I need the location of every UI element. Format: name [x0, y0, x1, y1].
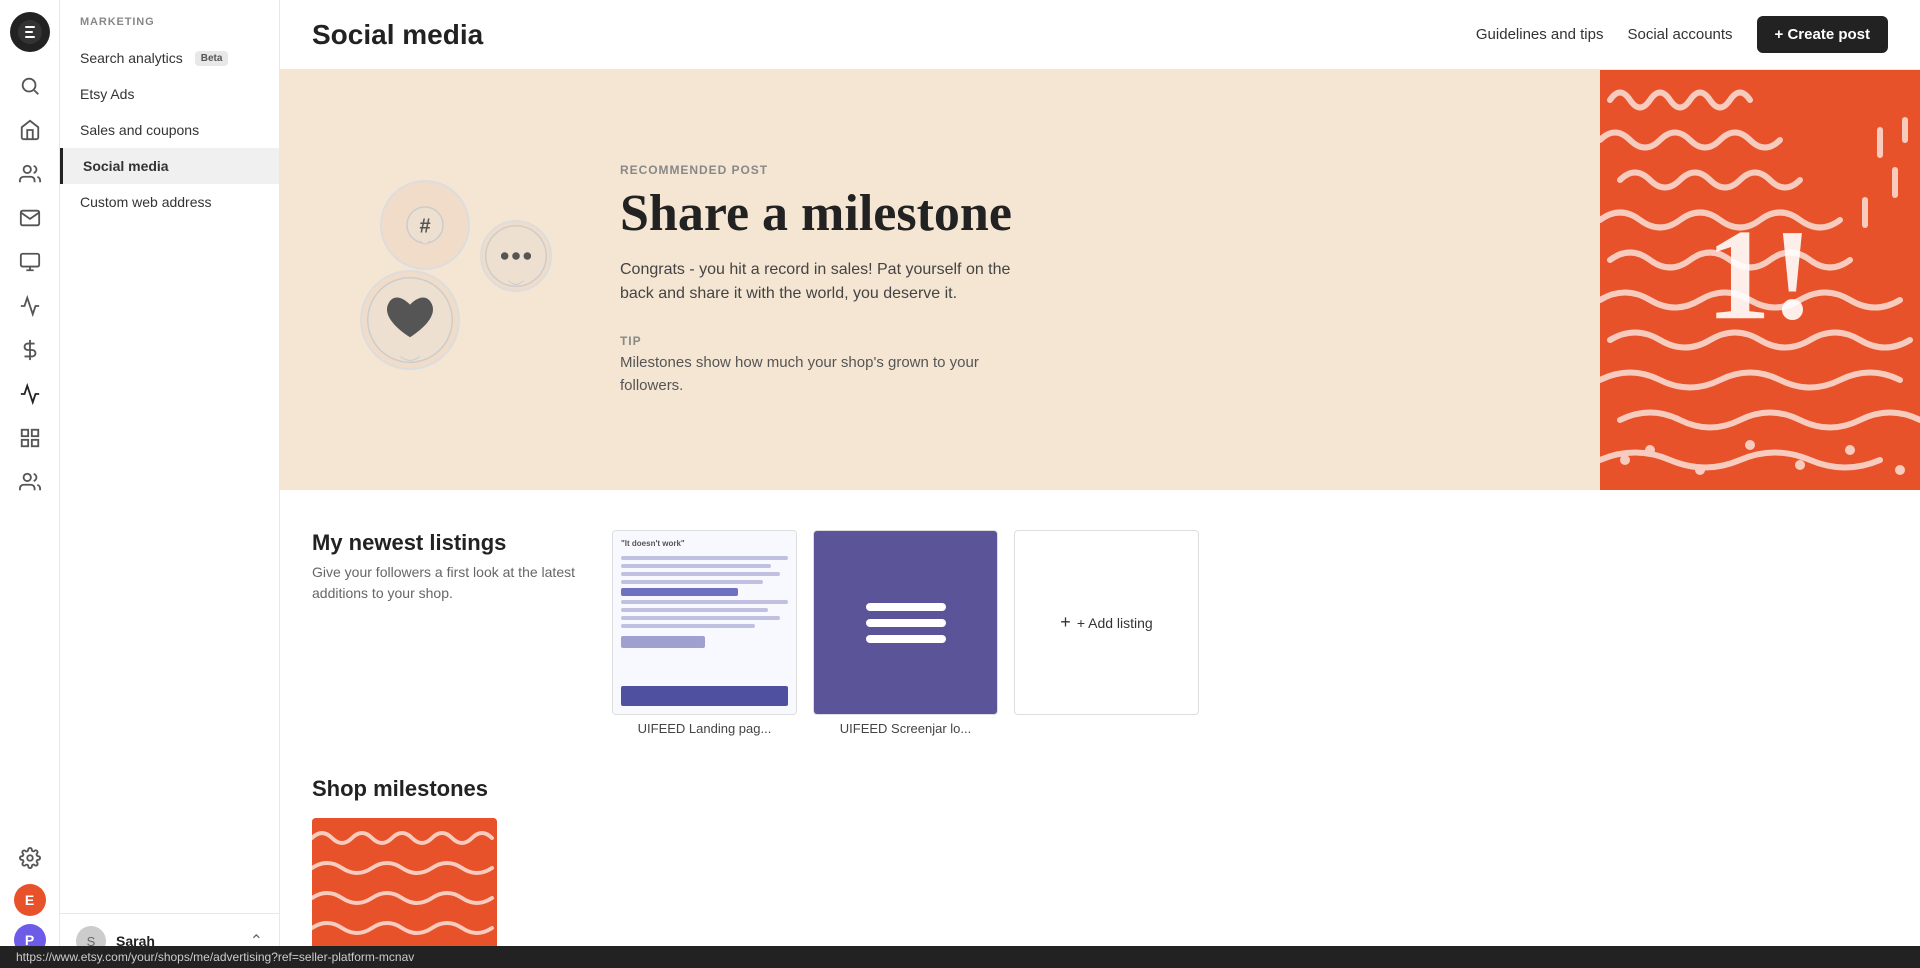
status-url: https://www.etsy.com/your/shops/me/adver… — [16, 950, 414, 964]
listings-info: My newest listings Give your followers a… — [312, 530, 612, 628]
apps-rail-icon[interactable] — [12, 420, 48, 456]
listings-title: My newest listings — [312, 530, 612, 556]
beta-badge: Beta — [195, 51, 229, 66]
topbar-actions: Guidelines and tips Social accounts + Cr… — [1476, 16, 1888, 53]
add-listing-button[interactable]: + + Add listing — [1014, 530, 1199, 715]
marketing-rail-icon[interactable] — [12, 376, 48, 412]
listings-cards: "It doesn't work" — [612, 530, 1199, 736]
finance-rail-icon[interactable] — [12, 332, 48, 368]
sidebar: MARKETING Search analytics Beta Etsy Ads… — [60, 0, 280, 968]
guidelines-link[interactable]: Guidelines and tips — [1476, 26, 1604, 43]
eq-icon — [866, 603, 946, 643]
pattern-svg: 1! — [1600, 70, 1920, 490]
hash-bubble: # — [380, 180, 470, 270]
page-title: Social media — [312, 19, 483, 51]
hero-description: Congrats - you hit a record in sales! Pa… — [620, 258, 1040, 306]
create-post-button[interactable]: + Create post — [1757, 16, 1888, 53]
heart-bubble — [360, 270, 460, 370]
listings-section: My newest listings Give your followers a… — [312, 530, 1888, 736]
milestones-section: Shop milestones — [312, 776, 1888, 968]
dots-bubble — [480, 220, 552, 292]
mail-rail-icon[interactable] — [12, 200, 48, 236]
listing-thumb-1: "It doesn't work" — [612, 530, 797, 715]
sidebar-item-label: Etsy Ads — [80, 86, 134, 102]
search-rail-icon[interactable] — [12, 68, 48, 104]
svg-text:1!: 1! — [1706, 203, 1814, 347]
sidebar-item-search-analytics[interactable]: Search analytics Beta — [60, 40, 279, 76]
home-rail-icon[interactable] — [12, 112, 48, 148]
listing-thumb-2 — [813, 530, 998, 715]
doc-preview: "It doesn't work" — [613, 531, 796, 714]
sidebar-item-label: Search analytics — [80, 50, 183, 66]
listing-name-2: UIFEED Screenjar lo... — [813, 721, 998, 736]
sidebar-item-social-media[interactable]: Social media — [60, 148, 279, 184]
sidebar-item-label: Custom web address — [80, 194, 212, 210]
sidebar-item-custom-web[interactable]: Custom web address — [60, 184, 279, 220]
orders-rail-icon[interactable] — [12, 244, 48, 280]
sidebar-item-label: Social media — [83, 158, 169, 174]
purple-logo — [814, 531, 997, 714]
tip-label: TIP — [620, 334, 1580, 348]
status-bar: https://www.etsy.com/your/shops/me/adver… — [0, 946, 1920, 968]
hero-illustration: # — [280, 70, 620, 490]
sidebar-item-label: Sales and coupons — [80, 122, 199, 138]
hero-title: Share a milestone — [620, 185, 1580, 242]
community-rail-icon[interactable] — [12, 464, 48, 500]
main-content: Social media Guidelines and tips Social … — [280, 0, 1920, 968]
plus-icon: + — [1060, 612, 1071, 633]
svg-text:#: # — [419, 215, 430, 237]
sidebar-item-etsy-ads[interactable]: Etsy Ads — [60, 76, 279, 112]
listing-name-1: UIFEED Landing pag... — [612, 721, 797, 736]
hero-image: 1! — [1600, 70, 1920, 490]
hero-banner: # — [280, 70, 1920, 490]
listing-card-1[interactable]: "It doesn't work" — [612, 530, 797, 736]
social-accounts-link[interactable]: Social accounts — [1627, 26, 1732, 43]
content-area: My newest listings Give your followers a… — [280, 490, 1920, 968]
tip-text: Milestones show how much your shop's gro… — [620, 352, 1000, 397]
sidebar-section-label: MARKETING — [60, 16, 279, 40]
app-logo[interactable] — [10, 12, 50, 52]
topbar: Social media Guidelines and tips Social … — [280, 0, 1920, 70]
stats-rail-icon[interactable] — [12, 288, 48, 324]
left-rail: E P — [0, 0, 60, 968]
hero-icons-container: # — [350, 170, 550, 390]
recommended-label: RECOMMENDED POST — [620, 163, 1580, 177]
avatar-e[interactable]: E — [14, 884, 46, 916]
add-listing-label: + Add listing — [1077, 615, 1153, 631]
listings-desc: Give your followers a first look at the … — [312, 562, 612, 604]
hero-content: RECOMMENDED POST Share a milestone Congr… — [620, 70, 1600, 490]
listing-card-2[interactable]: UIFEED Screenjar lo... — [813, 530, 998, 736]
sidebar-item-sales-coupons[interactable]: Sales and coupons — [60, 112, 279, 148]
settings-rail-icon[interactable] — [12, 840, 48, 876]
milestones-title: Shop milestones — [312, 776, 1888, 802]
people-rail-icon[interactable] — [12, 156, 48, 192]
